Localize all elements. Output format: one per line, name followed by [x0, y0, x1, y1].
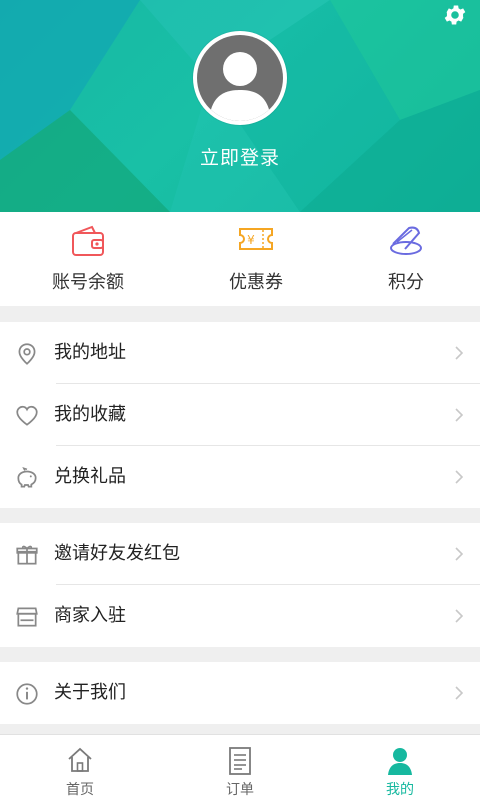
heart-icon	[16, 405, 38, 426]
coupon-icon: ¥	[239, 228, 273, 250]
chevron-right-icon	[455, 470, 464, 484]
person-icon	[388, 748, 412, 775]
points-label: 积分	[388, 272, 424, 293]
menu-group-account: 我的地址 我的收藏 兑换礼品	[0, 322, 480, 508]
piggy-bank-icon	[17, 466, 37, 488]
order-list-icon	[229, 747, 251, 775]
tab-mine[interactable]: 我的	[320, 735, 480, 801]
chevron-right-icon	[455, 609, 464, 623]
menu-item-merchant-join-label: 商家入驻	[54, 605, 126, 626]
chevron-right-icon	[455, 686, 464, 700]
tab-orders-label: 订单	[226, 782, 254, 798]
avatar[interactable]	[193, 31, 287, 125]
chevron-right-icon	[455, 408, 464, 422]
settings-gear-icon[interactable]	[442, 2, 468, 28]
menu-item-merchant-join[interactable]: 商家入驻	[0, 585, 480, 647]
home-icon	[68, 747, 92, 772]
menu-item-about-us[interactable]: 关于我们	[0, 662, 480, 724]
bottom-navigation: 首页 订单 我的	[0, 734, 480, 801]
store-icon	[16, 607, 38, 627]
tab-mine-label: 我的	[386, 782, 414, 798]
chevron-right-icon	[455, 547, 464, 561]
account-balance-label: 账号余额	[52, 272, 124, 293]
tab-orders[interactable]: 订单	[160, 735, 320, 801]
menu-item-redeem-gifts[interactable]: 兑换礼品	[0, 446, 480, 508]
account-balance-item[interactable]: 账号余额	[8, 212, 168, 306]
svg-text:¥: ¥	[247, 233, 255, 247]
menu-group-promotion: 邀请好友发红包 商家入驻	[0, 523, 480, 647]
wallet-icon	[72, 225, 104, 256]
tab-home-label: 首页	[66, 782, 94, 798]
location-pin-icon	[18, 343, 36, 365]
menu-group-about: 关于我们	[0, 662, 480, 724]
tab-home[interactable]: 首页	[0, 735, 160, 801]
menu-item-about-us-label: 关于我们	[54, 682, 126, 703]
menu-item-favorites[interactable]: 我的收藏	[0, 384, 480, 446]
account-quick-actions: 账号余额 ¥ 优惠券 积分	[0, 212, 480, 306]
menu-item-invite-friends-label: 邀请好友发红包	[54, 543, 180, 564]
points-item[interactable]: 积分	[326, 212, 480, 306]
coupon-label: 优惠券	[229, 272, 283, 293]
coupon-item[interactable]: ¥ 优惠券	[176, 212, 336, 306]
gift-icon	[16, 545, 38, 565]
user-avatar-icon	[197, 35, 283, 121]
menu-item-address-label: 我的地址	[54, 342, 126, 363]
coins-icon	[390, 226, 422, 255]
info-icon	[16, 683, 38, 705]
menu-item-redeem-gifts-label: 兑换礼品	[54, 466, 126, 487]
profile-header: 立即登录	[0, 0, 480, 212]
chevron-right-icon	[455, 346, 464, 360]
login-link[interactable]: 立即登录	[0, 143, 480, 170]
menu-item-invite-friends[interactable]: 邀请好友发红包	[0, 523, 480, 585]
menu-item-address[interactable]: 我的地址	[0, 322, 480, 384]
menu-item-favorites-label: 我的收藏	[54, 404, 126, 425]
